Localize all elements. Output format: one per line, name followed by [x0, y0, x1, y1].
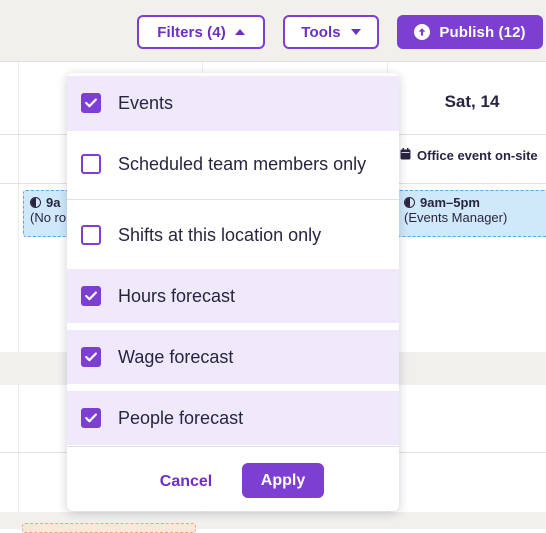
cancel-button[interactable]: Cancel: [147, 470, 225, 494]
grid-column-divider: [18, 62, 19, 529]
filter-option-shifts-at-location[interactable]: Shifts at this location only: [67, 208, 399, 263]
event-chip-label: Office event on-site: [417, 148, 538, 163]
caret-down-icon: [350, 29, 361, 35]
checkbox[interactable]: [81, 347, 101, 367]
checkmark-icon: [85, 352, 97, 362]
filter-option-people-forecast[interactable]: People forecast: [67, 391, 399, 445]
publish-button[interactable]: Publish (12): [397, 15, 543, 49]
half-circle-icon: [30, 197, 41, 208]
calendar-icon: [400, 148, 411, 163]
day-header-sat: Sat, 14: [444, 92, 500, 111]
checkbox[interactable]: [81, 225, 101, 245]
filter-option-label: People forecast: [118, 407, 244, 428]
checkbox[interactable]: [81, 154, 101, 174]
apply-button[interactable]: Apply: [242, 463, 324, 498]
tools-button[interactable]: Tools: [283, 15, 379, 49]
filters-button[interactable]: Filters (4): [137, 15, 265, 49]
checkmark-icon: [85, 291, 97, 301]
shift-time: 9am–5pm: [420, 195, 480, 210]
filters-button-label: Filters (4): [157, 23, 226, 41]
filter-option-label: Hours forecast: [118, 285, 236, 306]
arrow-up-circle-icon: [414, 24, 431, 40]
shift-role: (Events Manager): [404, 210, 508, 225]
publish-button-label: Publish (12): [439, 23, 526, 41]
shift-role: (No ro: [30, 210, 67, 225]
toolbar: Filters (4) Tools Publish (12): [0, 0, 546, 62]
filter-option-hours-forecast[interactable]: Hours forecast: [67, 269, 399, 323]
checkmark-icon: [85, 98, 97, 108]
shift-time: 9a: [46, 195, 61, 210]
filter-option-label: Shifts at this location only: [118, 225, 322, 245]
checkmark-icon: [85, 413, 97, 423]
half-circle-icon: [404, 197, 415, 208]
filter-option-label: Events: [118, 93, 174, 113]
checkbox[interactable]: [81, 408, 101, 428]
filter-option-scheduled-team-members[interactable]: Scheduled team members only: [67, 137, 399, 192]
shift-card-bottom[interactable]: [22, 523, 196, 533]
checkbox[interactable]: [81, 93, 101, 113]
filter-option-label: Wage forecast: [118, 346, 234, 367]
event-chip[interactable]: Office event on-site: [400, 148, 538, 163]
filter-option-wage-forecast[interactable]: Wage forecast: [67, 330, 399, 384]
shift-card-right[interactable]: 9am–5pm (Events Manager): [397, 190, 546, 237]
filter-option-label: Scheduled team members only: [118, 154, 367, 174]
tools-button-label: Tools: [301, 23, 341, 41]
caret-up-icon: [234, 29, 245, 35]
menu-divider: [67, 446, 399, 447]
shift-card-left[interactable]: 9a (No ro: [23, 190, 71, 237]
checkbox[interactable]: [81, 286, 101, 306]
filter-option-events[interactable]: Events: [67, 76, 399, 131]
menu-divider: [67, 199, 399, 200]
filters-dropdown: Events Scheduled team members only Shift…: [67, 73, 399, 511]
